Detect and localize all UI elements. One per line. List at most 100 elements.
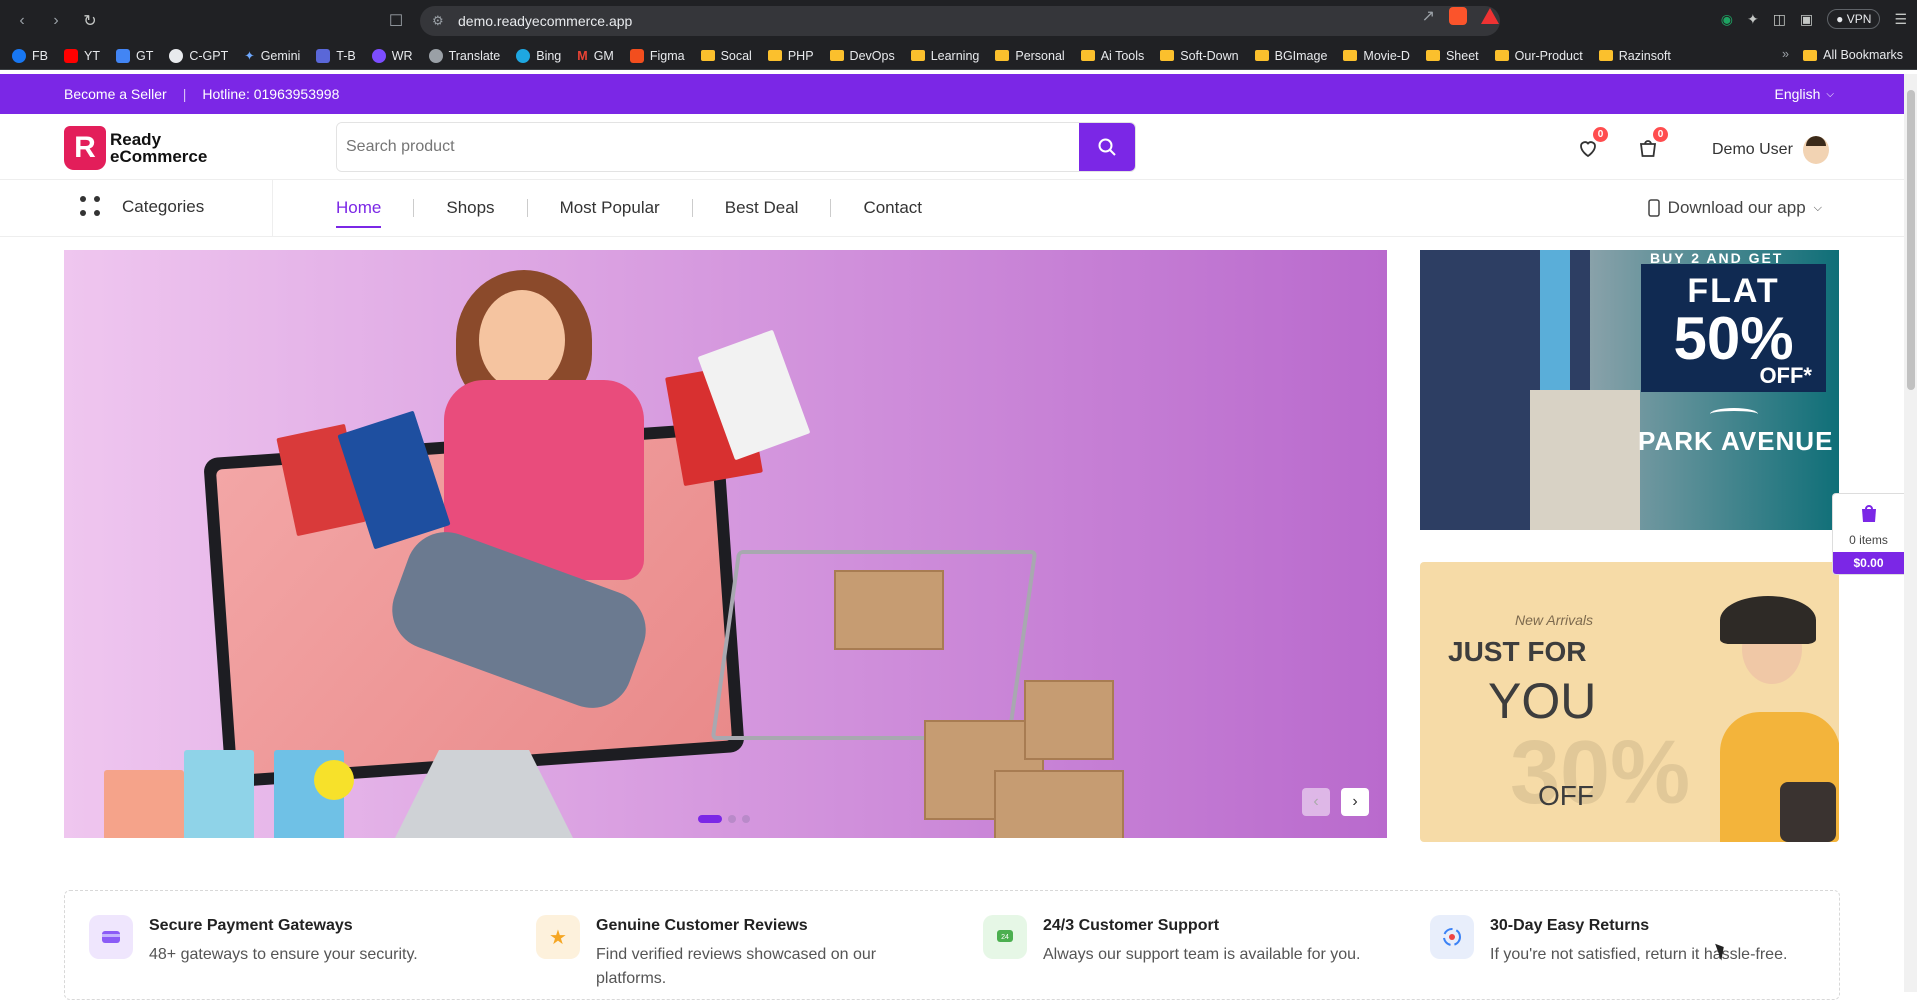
- forward-icon[interactable]: ›: [44, 9, 68, 33]
- nav-home[interactable]: Home: [336, 198, 382, 228]
- bookmark-personal[interactable]: Personal: [995, 49, 1065, 63]
- folder-icon: [1803, 49, 1818, 61]
- bookmark-label: Learning: [930, 48, 980, 63]
- bookmark-label: PHP: [787, 48, 814, 63]
- brave-rewards-icon[interactable]: [1481, 8, 1499, 24]
- site-settings-icon[interactable]: ⚙: [432, 13, 444, 29]
- new-arrivals-banner[interactable]: New Arrivals JUST FOR 30% YOU OFF: [1420, 562, 1839, 842]
- bookmark-fb[interactable]: FB: [12, 48, 48, 63]
- avatar: [1802, 136, 1829, 164]
- floating-cart-items: 0 items: [1849, 533, 1888, 547]
- bookmark-gm[interactable]: M GM: [577, 49, 614, 63]
- language-selector[interactable]: English ⌵: [1774, 86, 1834, 102]
- become-seller-link[interactable]: Become a Seller: [64, 86, 167, 102]
- shirt-illustration: [1540, 250, 1570, 400]
- bookmark-translate[interactable]: Translate: [428, 48, 501, 63]
- bookmark-ai-tools[interactable]: Ai Tools: [1080, 49, 1144, 63]
- bookmark-yt[interactable]: YT: [63, 48, 100, 63]
- bookmark-sheet[interactable]: Sheet: [1425, 49, 1479, 63]
- bookmark-bing[interactable]: Bing: [516, 48, 561, 63]
- bookmark-php[interactable]: PHP: [767, 48, 814, 63]
- categories-button[interactable]: Categories: [80, 196, 204, 218]
- bing-icon: [516, 48, 531, 63]
- chevron-left-icon: ‹: [1313, 793, 1319, 810]
- more-bookmarks-icon[interactable]: »: [1782, 47, 1789, 61]
- nav-contact[interactable]: Contact: [863, 198, 922, 218]
- page-scrollbar[interactable]: [1904, 74, 1917, 992]
- hero-slider[interactable]: ‹ ›: [64, 250, 1387, 838]
- back-icon[interactable]: ‹: [10, 9, 34, 33]
- bookmark-label: GM: [593, 48, 614, 63]
- bookmark-gemini[interactable]: ✦ Gemini: [244, 48, 300, 64]
- bookmark-learning[interactable]: Learning: [910, 48, 980, 63]
- nav-separator: [830, 199, 832, 217]
- reload-icon[interactable]: ↻: [78, 9, 102, 33]
- nav-best-deal[interactable]: Best Deal: [725, 198, 799, 218]
- feature-title: 24/3 Customer Support: [1043, 917, 1220, 934]
- cart-button[interactable]: 0: [1636, 127, 1668, 160]
- user-name: Demo User: [1712, 141, 1793, 158]
- feature-title: Secure Payment Gateways: [149, 917, 353, 934]
- share-icon[interactable]: ↗: [1422, 6, 1435, 26]
- girl-bag-illustration: [1780, 782, 1836, 842]
- browser-toolbar: ‹ › ↻ ☐ ⚙ demo.readyecommerce.app ↗ ◉ ✦ …: [0, 0, 1917, 42]
- all-bookmarks-button[interactable]: All Bookmarks: [1803, 48, 1903, 62]
- bookmark-our-product[interactable]: Our-Product: [1494, 49, 1583, 63]
- park-avenue-banner[interactable]: BUY 2 AND GET FLAT 50% OFF* PARK AVENUE: [1420, 250, 1839, 530]
- download-app-dropdown[interactable]: Download our app ⌵: [1647, 198, 1822, 218]
- brave-shields-icon[interactable]: [1449, 7, 1467, 25]
- logo-bag-icon: R: [64, 126, 106, 170]
- bookmark-gt[interactable]: GT: [115, 48, 153, 63]
- bookmark-wr[interactable]: WR: [371, 48, 413, 63]
- extensions-icon[interactable]: ✦: [1747, 11, 1759, 28]
- menu-icon[interactable]: ☰: [1894, 11, 1907, 28]
- bookmark-figma[interactable]: Figma: [629, 48, 685, 63]
- bookmark-razinsoft[interactable]: Razinsoft: [1598, 49, 1671, 63]
- bookmark-tb[interactable]: T-B: [316, 48, 356, 63]
- bookmark-socal[interactable]: Socal: [700, 48, 752, 63]
- search-button[interactable]: [1079, 123, 1135, 171]
- bookmark-label: Translate: [448, 48, 501, 63]
- features-strip: Secure Payment Gateways 48+ gateways to e…: [64, 890, 1840, 1000]
- svg-text:24: 24: [1001, 934, 1009, 941]
- bookmark-movie-d[interactable]: Movie-D: [1343, 49, 1410, 63]
- slider-dot-active[interactable]: [698, 815, 722, 823]
- scrollbar-thumb[interactable]: [1907, 90, 1915, 390]
- floating-cart[interactable]: 0 items $0.00: [1832, 493, 1904, 575]
- grammarly-icon[interactable]: ◉: [1721, 11, 1733, 28]
- bookmark-bgimage[interactable]: BGImage: [1254, 49, 1327, 63]
- vpn-button[interactable]: ● VPN: [1827, 9, 1881, 29]
- sidebar-icon[interactable]: ◫: [1773, 11, 1786, 28]
- feature-desc: Always our support team is available for…: [1043, 946, 1361, 963]
- bookmark-devops[interactable]: DevOps: [829, 48, 895, 63]
- chatgpt-icon: [169, 48, 184, 63]
- user-menu[interactable]: Demo User: [1712, 136, 1829, 164]
- girl-hat-illustration: [1720, 596, 1816, 644]
- slider-dot[interactable]: [742, 815, 750, 823]
- wallet-icon[interactable]: ▣: [1800, 11, 1813, 28]
- box-illustration: [994, 770, 1124, 838]
- search-box: [336, 122, 1136, 172]
- address-bar[interactable]: ⚙ demo.readyecommerce.app: [420, 6, 1500, 36]
- nav-shops[interactable]: Shops: [446, 198, 494, 218]
- feature-title: Genuine Customer Reviews: [596, 917, 808, 934]
- grid-dots-icon: [80, 196, 100, 218]
- wishlist-button[interactable]: 0: [1576, 127, 1608, 160]
- bookmark-cgpt[interactable]: C-GPT: [169, 48, 228, 63]
- slider-next-button[interactable]: ›: [1341, 788, 1369, 816]
- nav-most-popular[interactable]: Most Popular: [560, 198, 660, 218]
- slider-dot[interactable]: [728, 815, 736, 823]
- bookmark-icon[interactable]: ☐: [384, 9, 408, 33]
- topbar-divider: |: [182, 86, 187, 102]
- logo-line-1: Ready: [110, 130, 162, 149]
- vpn-label: VPN: [1846, 12, 1872, 26]
- bookmark-soft-down[interactable]: Soft-Down: [1160, 49, 1239, 63]
- slider-prev-button[interactable]: ‹: [1302, 788, 1330, 816]
- wr-icon: [371, 48, 386, 63]
- site-logo[interactable]: R Ready eCommerce: [64, 126, 207, 170]
- cart-bag-icon: [1861, 505, 1876, 522]
- feature-desc: 48+ gateways to ensure your security.: [149, 946, 418, 963]
- bookmark-label: DevOps: [849, 48, 895, 63]
- bookmark-label: Socal: [720, 48, 752, 63]
- search-input[interactable]: [337, 123, 1079, 171]
